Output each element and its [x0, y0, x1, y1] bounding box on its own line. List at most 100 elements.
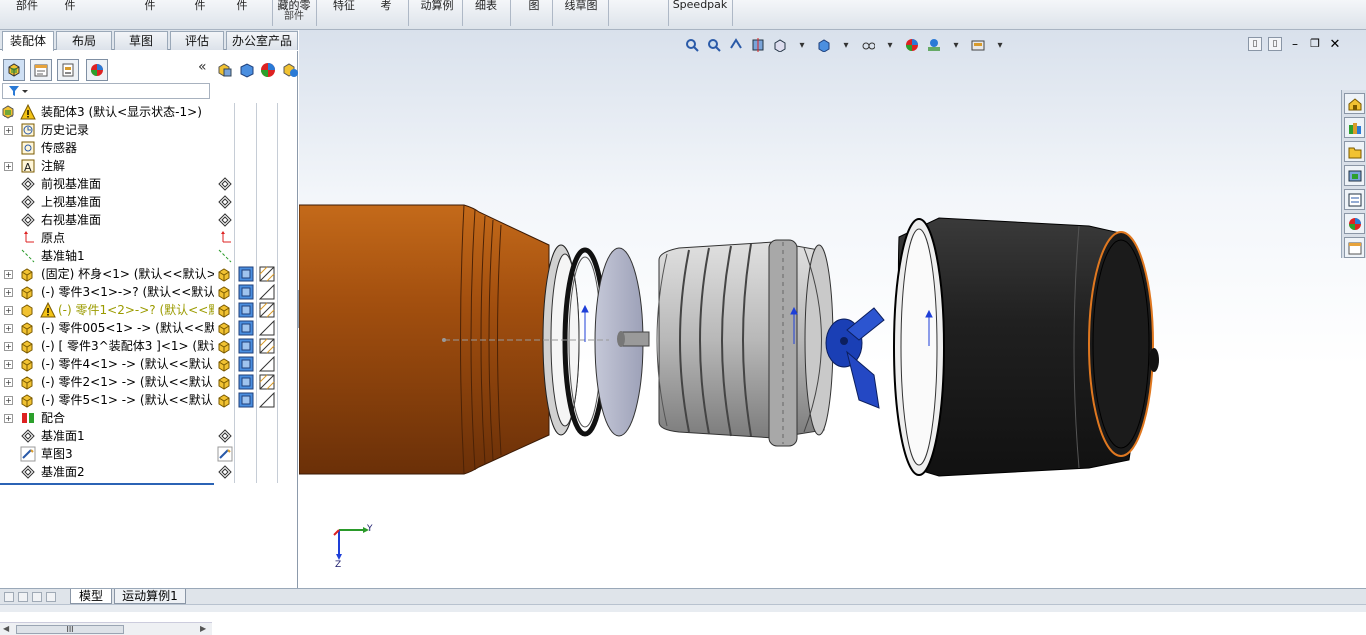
- sketch-visibility-icon[interactable]: [217, 446, 233, 462]
- ribbon-item[interactable]: 部件: [10, 0, 44, 28]
- tree-filter-input[interactable]: [2, 83, 210, 99]
- display-mode-icon[interactable]: [238, 302, 254, 318]
- dropdown-chevron-icon[interactable]: ▾: [880, 36, 900, 54]
- tree-node[interactable]: 右视基准面: [0, 211, 214, 229]
- plane-visibility-icon[interactable]: [217, 176, 233, 192]
- dropdown-chevron-icon[interactable]: ▾: [792, 36, 812, 54]
- tree-node[interactable]: + (-) 零件005<1> -> (默认<<默认>: [0, 319, 214, 337]
- tree-node[interactable]: + (-) 零件1<2>->? (默认<<默认>: [0, 301, 214, 319]
- section-view-icon[interactable]: [748, 36, 768, 54]
- tab-evaluate[interactable]: 评估: [170, 31, 224, 50]
- display-style-icon[interactable]: [814, 36, 834, 54]
- component-visibility-icon[interactable]: [217, 374, 233, 390]
- expand-toggle-icon[interactable]: +: [4, 396, 13, 405]
- next-tab-icon[interactable]: [32, 592, 42, 602]
- expand-toggle-icon[interactable]: +: [4, 270, 13, 279]
- tree-node[interactable]: 原点: [0, 229, 214, 247]
- appearance-swatch-icon[interactable]: [259, 302, 275, 318]
- zoom-to-fit-icon[interactable]: [682, 36, 702, 54]
- tree-node[interactable]: 前视基准面: [0, 175, 214, 193]
- tab-motion-study[interactable]: 运动算例1: [114, 589, 186, 604]
- display-mode-icon[interactable]: [238, 338, 254, 354]
- tree-node[interactable]: 基准面1: [0, 427, 214, 445]
- appearance-swatch-icon[interactable]: [259, 266, 275, 282]
- expand-toggle-icon[interactable]: +: [4, 324, 13, 333]
- ribbon-item[interactable]: 细表: [470, 0, 502, 28]
- scroll-thumb[interactable]: III: [16, 625, 124, 634]
- last-tab-icon[interactable]: [46, 592, 56, 602]
- ribbon-item[interactable]: 图: [524, 0, 544, 28]
- expand-toggle-icon[interactable]: +: [4, 342, 13, 351]
- ribbon-item[interactable]: 动算例: [416, 0, 458, 28]
- first-tab-icon[interactable]: [4, 592, 14, 602]
- tree-node[interactable]: -装配体3 (默认<显示状态-1>): [0, 103, 214, 121]
- expand-toggle-icon[interactable]: +: [4, 306, 13, 315]
- previous-view-icon[interactable]: [726, 36, 746, 54]
- restore-icon[interactable]: ❐: [1308, 37, 1322, 52]
- ribbon-item[interactable]: 件: [60, 0, 80, 28]
- ribbon-item[interactable]: 件: [190, 0, 210, 28]
- tab-office-products[interactable]: 办公室产品: [226, 31, 298, 50]
- display-mode-icon[interactable]: [238, 61, 256, 79]
- tree-node[interactable]: 基准面2: [0, 463, 214, 481]
- parts-icon[interactable]: [216, 61, 234, 79]
- expand-toggle-icon[interactable]: +: [4, 162, 13, 171]
- display-mode-icon[interactable]: [238, 392, 254, 408]
- solidworks-resources-icon[interactable]: [1344, 93, 1365, 114]
- appearance-swatch-icon[interactable]: [258, 283, 275, 300]
- tree-node[interactable]: + (-) 零件3<1>->? (默认<<默认>: [0, 283, 214, 301]
- component-visibility-icon[interactable]: [217, 356, 233, 372]
- feature-tree-hscrollbar[interactable]: ◀ III ▶: [0, 622, 212, 635]
- tree-node[interactable]: + 配合: [0, 409, 214, 427]
- expand-toggle-icon[interactable]: +: [4, 378, 13, 387]
- component-visibility-icon[interactable]: [217, 266, 233, 282]
- search-results-icon[interactable]: [1344, 189, 1365, 210]
- tree-node[interactable]: 草图3: [0, 445, 214, 463]
- tree-node[interactable]: 基准轴1: [0, 247, 214, 265]
- plane-visibility-icon[interactable]: [217, 428, 233, 444]
- display-mode-icon[interactable]: [238, 374, 254, 390]
- hide-show-items-icon[interactable]: [858, 36, 878, 54]
- tab-model[interactable]: 模型: [70, 589, 112, 604]
- expand-toggle-icon[interactable]: +: [4, 414, 13, 423]
- appearances-scenes-icon[interactable]: [1344, 213, 1365, 234]
- dropdown-chevron-icon[interactable]: ▾: [990, 36, 1010, 54]
- ribbon-item[interactable]: 特征: [330, 0, 358, 28]
- scroll-left-arrow-icon[interactable]: ◀: [3, 624, 9, 633]
- tile-vertical-icon[interactable]: ▯: [1268, 37, 1282, 51]
- origin-visibility-icon[interactable]: [217, 230, 233, 246]
- display-mode-icon[interactable]: [238, 266, 254, 282]
- display-manager-tab-icon[interactable]: [86, 59, 108, 81]
- tab-sketch[interactable]: 草图: [114, 31, 168, 50]
- appearance-swatch-icon[interactable]: [258, 391, 275, 408]
- feature-tree-tab-icon[interactable]: [3, 59, 25, 81]
- component-visibility-icon[interactable]: [217, 392, 233, 408]
- tree-node[interactable]: + (-) 零件5<1> -> (默认<<默认>: [0, 391, 214, 409]
- cap[interactable]: [893, 217, 1159, 477]
- graphics-area[interactable]: Y Z: [299, 30, 1366, 588]
- component-visibility-icon[interactable]: [217, 320, 233, 336]
- collapse-chevron-icon[interactable]: «: [198, 59, 207, 75]
- display-mode-icon[interactable]: [238, 356, 254, 372]
- file-explorer-icon[interactable]: [1344, 141, 1365, 162]
- plane-visibility-icon[interactable]: [217, 464, 233, 480]
- scene-icon[interactable]: [281, 61, 299, 79]
- expand-toggle-icon[interactable]: +: [4, 126, 13, 135]
- view-settings-icon[interactable]: [968, 36, 988, 54]
- display-mode-icon[interactable]: [238, 284, 254, 300]
- property-manager-tab-icon[interactable]: [30, 59, 52, 81]
- tree-node[interactable]: + 历史记录: [0, 121, 214, 139]
- close-icon[interactable]: ✕: [1328, 37, 1342, 52]
- apply-scene-icon[interactable]: [924, 36, 944, 54]
- appearance-swatch-icon[interactable]: [259, 338, 275, 354]
- tree-node[interactable]: + (-) [ 零件3^装配体3 ]<1> (默认: [0, 337, 214, 355]
- configuration-manager-tab-icon[interactable]: [57, 59, 79, 81]
- tree-node[interactable]: + (-) 零件4<1> -> (默认<<默认>: [0, 355, 214, 373]
- appearance-swatch-icon[interactable]: [258, 319, 275, 336]
- expand-toggle-icon[interactable]: +: [4, 288, 13, 297]
- plane-visibility-icon[interactable]: [217, 194, 233, 210]
- view-orientation-icon[interactable]: [770, 36, 790, 54]
- ribbon-item[interactable]: 考: [372, 0, 400, 28]
- design-library-icon[interactable]: [1344, 117, 1365, 138]
- dropdown-chevron-icon[interactable]: ▾: [836, 36, 856, 54]
